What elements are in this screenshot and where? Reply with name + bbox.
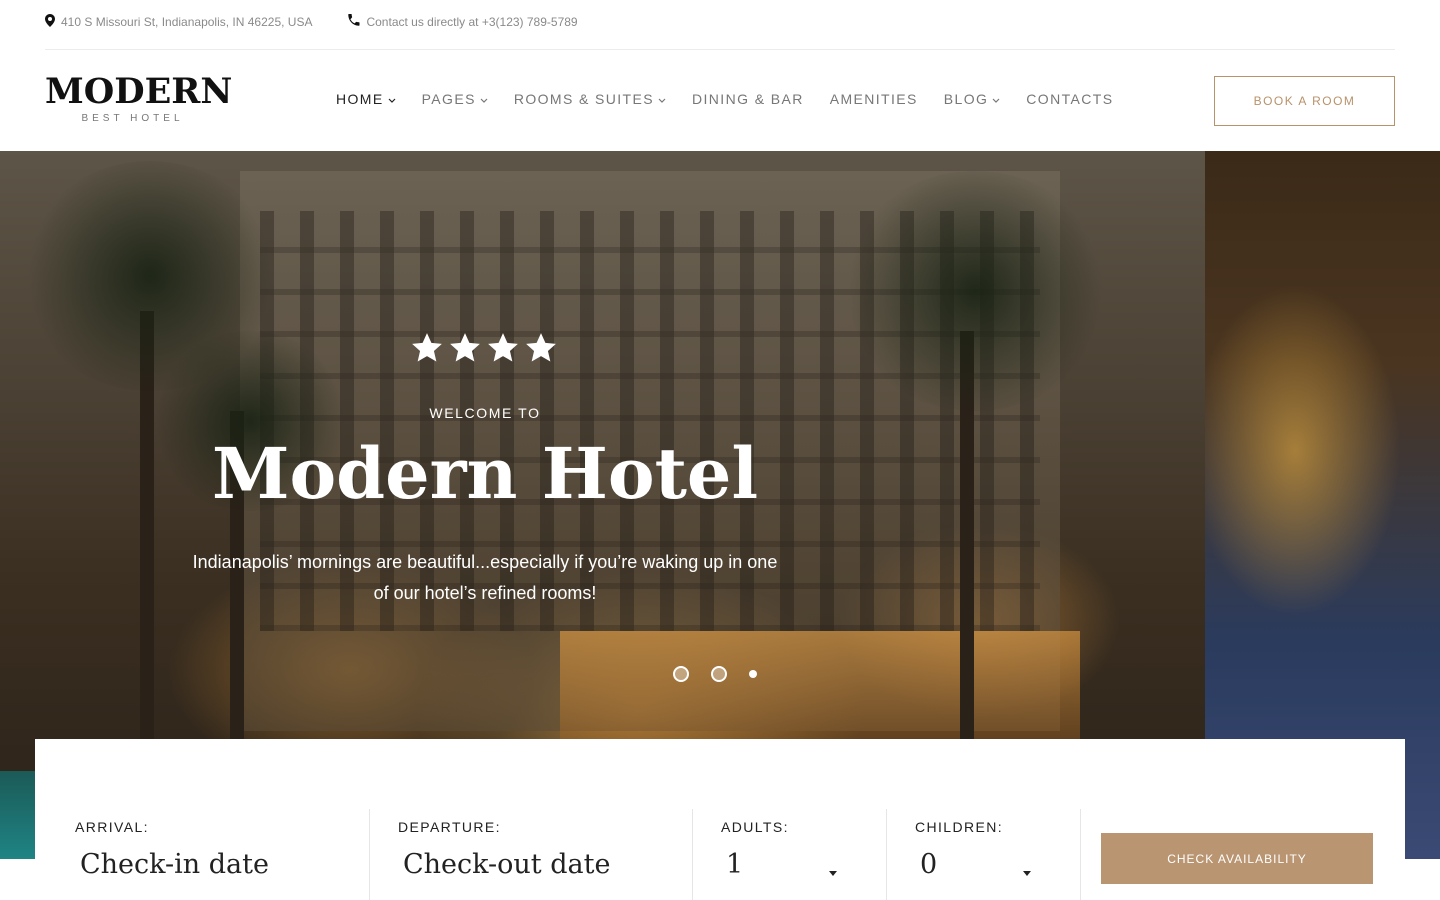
caret-down-icon [829, 871, 837, 876]
nav-item-label: BLOG [943, 91, 989, 107]
book-room-button[interactable]: BOOK A ROOM [1214, 76, 1395, 126]
site-header: MODERN BEST HOTEL HOME PAGES ROOMS & SUI… [0, 51, 1440, 151]
children-value[interactable]: 0 [920, 849, 937, 880]
welcome-text: WELCOME TO [429, 405, 541, 421]
nav-item-amenities[interactable]: AMENITIES [830, 91, 918, 107]
check-availability-button[interactable]: CHECK AVAILABILITY [1101, 833, 1373, 884]
slider-pagination [673, 666, 779, 682]
nav-item-label: DINING & BAR [692, 91, 804, 107]
adults-select[interactable]: ADULTS: 1 [681, 809, 875, 900]
nav-item-contacts[interactable]: CONTACTS [1026, 91, 1113, 107]
star-icon [448, 331, 486, 370]
hero-title: Modern Hotel [211, 432, 759, 515]
address-text: 410 S Missouri St, Indianapolis, IN 4622… [61, 14, 313, 29]
logo-sub-text: BEST HOTEL [81, 113, 184, 124]
children-label: CHILDREN: [915, 819, 1004, 835]
address-item: 410 S Missouri St, Indianapolis, IN 4622… [45, 13, 313, 30]
caret-down-icon [1023, 871, 1031, 876]
children-select[interactable]: CHILDREN: 0 [875, 809, 1069, 900]
top-info-bar: 410 S Missouri St, Indianapolis, IN 4622… [45, 0, 1395, 50]
map-pin-icon [45, 13, 61, 30]
slider-dot-1[interactable] [673, 666, 689, 682]
nav-item-rooms-suites[interactable]: ROOMS & SUITES [514, 91, 666, 107]
rating-stars [410, 331, 562, 370]
nav-item-label: CONTACTS [1026, 91, 1114, 107]
departure-field[interactable]: DEPARTURE: Check-out date [358, 809, 692, 900]
contact-item[interactable]: Contact us directly at +3(123) 789-5789 [348, 14, 578, 29]
chevron-down-icon [480, 91, 488, 107]
adults-label: ADULTS: [721, 819, 789, 835]
field-divider [1080, 809, 1081, 900]
contact-text[interactable]: Contact us directly at +3(123) 789-5789 [366, 15, 577, 29]
nav-item-dining-bar[interactable]: DINING & BAR [692, 91, 804, 107]
chevron-down-icon [992, 91, 1000, 107]
lit-ground-floor [560, 631, 1080, 751]
nav-item-pages[interactable]: PAGES [422, 91, 488, 107]
nav-item-label: AMENITIES [829, 91, 918, 107]
hero-subtitle-line: of our hotel’s refined rooms! [373, 583, 597, 603]
main-nav: HOME PAGES ROOMS & SUITES DINING & BAR A… [336, 91, 1139, 107]
slider-dot-3-active[interactable] [749, 670, 757, 678]
logo[interactable]: MODERN BEST HOTEL [45, 71, 233, 125]
star-icon [486, 331, 524, 370]
nav-item-label: HOME [336, 91, 384, 107]
hero-subtitle: Indianapolis’ mornings are beautiful...e… [185, 547, 785, 609]
chevron-down-icon [658, 91, 666, 107]
slider-dot-2[interactable] [711, 666, 727, 682]
nav-item-blog[interactable]: BLOG [944, 91, 1001, 107]
palm-leaves [840, 171, 1110, 411]
departure-input[interactable]: Check-out date [403, 849, 610, 880]
phone-icon [348, 14, 366, 29]
star-icon [524, 331, 562, 370]
adults-value[interactable]: 1 [726, 849, 743, 880]
nav-item-label: PAGES [421, 91, 476, 107]
arrival-field[interactable]: ARRIVAL: Check-in date [35, 809, 369, 900]
nav-item-home[interactable]: HOME [336, 91, 396, 107]
chevron-down-icon [388, 91, 396, 107]
departure-label: DEPARTURE: [398, 819, 501, 835]
logo-main-text: MODERN [45, 71, 233, 112]
arrival-input[interactable]: Check-in date [80, 849, 269, 880]
arrival-label: ARRIVAL: [75, 819, 149, 835]
star-icon [410, 331, 448, 370]
hero-subtitle-line: Indianapolis’ mornings are beautiful...e… [192, 552, 778, 572]
booking-form: ARRIVAL: Check-in date DEPARTURE: Check-… [35, 739, 1405, 900]
nav-item-label: ROOMS & SUITES [513, 91, 654, 107]
